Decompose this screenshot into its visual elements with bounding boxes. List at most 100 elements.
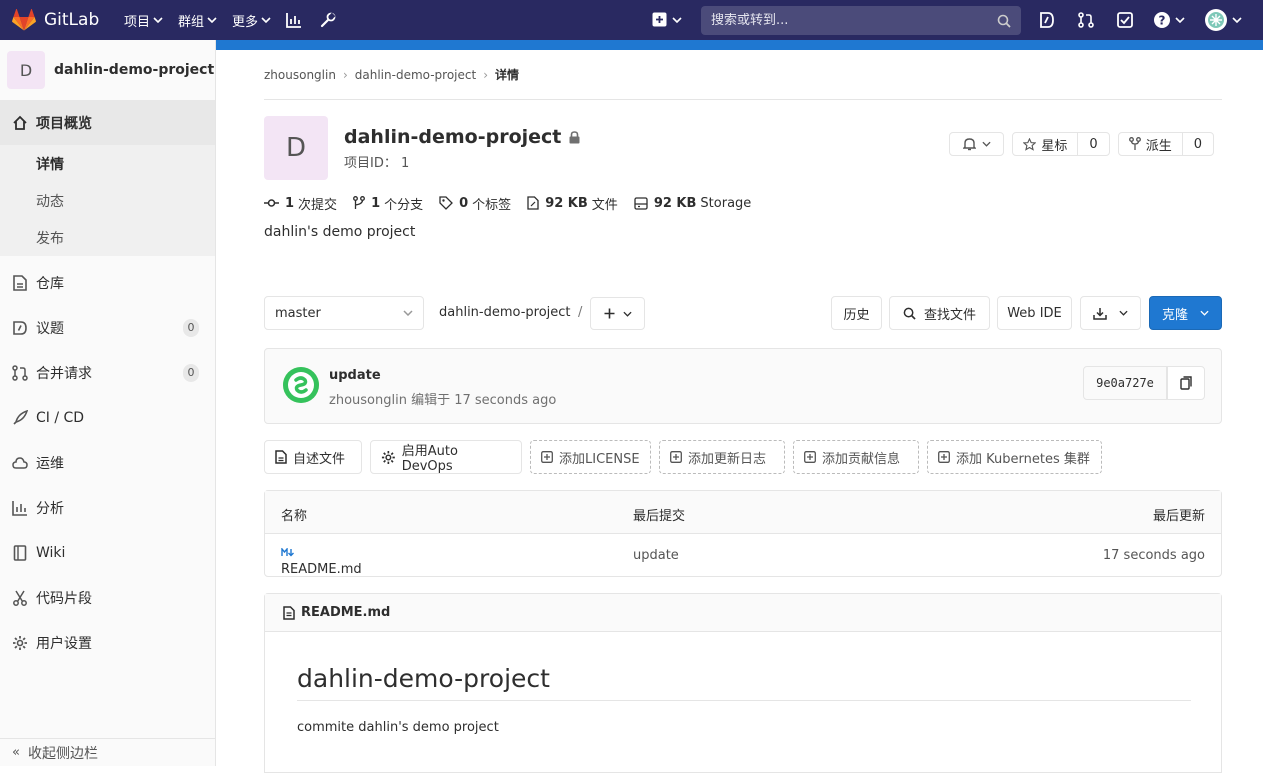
search-icon (997, 14, 1011, 28)
breadcrumb-user[interactable]: zhousonglin (264, 68, 336, 82)
double-chevron-left-icon: « (12, 745, 20, 760)
sidebar-item-operations[interactable]: 运维 (0, 440, 215, 485)
file-last-commit[interactable]: update (633, 548, 679, 563)
nav-projects[interactable]: 项目 (124, 11, 163, 30)
branch-selector[interactable]: master (264, 296, 424, 330)
commit-icon (264, 199, 279, 207)
sidebar-sub-activity[interactable]: 动态 (0, 182, 215, 219)
repo-path-root[interactable]: dahlin-demo-project (439, 305, 571, 320)
sidebar-item-repository[interactable]: 仓库 (0, 260, 215, 305)
user-menu[interactable] (1205, 9, 1242, 31)
cloud-icon (12, 455, 28, 471)
add-changelog-label: 添加更新日志 (688, 451, 767, 467)
progress-strip (216, 40, 1263, 50)
sidebar-item-merge-requests[interactable]: 合并请求 0 (0, 350, 215, 395)
chevron-down-icon (261, 17, 271, 23)
commit-sha[interactable]: 9e0a727e (1083, 366, 1167, 400)
rocket-icon (12, 409, 28, 426)
commit-author-avatar[interactable] (283, 367, 319, 403)
admin-wrench-icon[interactable] (320, 12, 336, 28)
chevron-down-icon (1232, 17, 1242, 23)
auto-devops-button[interactable]: 启用Auto DevOps (370, 440, 522, 474)
todos-icon[interactable] (1117, 12, 1133, 28)
sidebar-item-snippets[interactable]: 代码片段 (0, 575, 215, 620)
commit-title[interactable]: update (329, 368, 381, 383)
readme-filename[interactable]: README.md (301, 605, 390, 620)
stat-storage: 92 KB Storage (634, 196, 751, 211)
merge-requests-shortcut-icon[interactable] (1078, 12, 1094, 28)
file-name-cell[interactable]: README.md (281, 548, 362, 577)
fork-label: 派生 (1145, 138, 1172, 154)
clone-dropdown[interactable]: 克隆 (1149, 296, 1222, 330)
sidebar-item-overview[interactable]: 项目概览 (0, 100, 215, 145)
stat-storage-label: Storage (700, 195, 752, 211)
copy-sha-button[interactable] (1167, 366, 1205, 400)
branch-icon (353, 196, 366, 209)
top-navbar: GitLab 项目 群组 更多 搜索或转到... ? (0, 0, 1263, 40)
notification-dropdown[interactable] (949, 132, 1005, 156)
nav-more-label: 更多 (232, 14, 259, 30)
bell-icon (962, 138, 976, 151)
stat-commits-value: 1 (285, 195, 295, 211)
sidebar-item-issues[interactable]: 议题 0 (0, 305, 215, 350)
help-dropdown[interactable]: ? (1154, 12, 1185, 28)
star-action[interactable]: 星标 (1013, 133, 1079, 155)
nav-more[interactable]: 更多 (232, 11, 271, 30)
user-avatar-icon (1205, 9, 1227, 31)
sidebar-item-label: 分析 (36, 500, 64, 517)
sidebar-item-settings[interactable]: 用户设置 (0, 620, 215, 665)
chevron-down-icon (1175, 17, 1185, 23)
stat-files[interactable]: 92 KB 文件 (527, 194, 618, 213)
collapse-sidebar-button[interactable]: « 收起侧边栏 (0, 738, 216, 766)
search-box[interactable] (701, 6, 1021, 35)
stat-branches[interactable]: 1 个分支 (353, 194, 423, 213)
issues-shortcut-icon[interactable] (1039, 12, 1055, 28)
add-kubernetes-button[interactable]: 添加 Kubernetes 集群 (927, 440, 1102, 474)
gitlab-logo[interactable]: GitLab (12, 9, 110, 31)
fork-action[interactable]: 派生 (1119, 133, 1183, 155)
sidebar-project-header[interactable]: D dahlin-demo-project (0, 40, 215, 100)
fork-count[interactable]: 0 (1183, 137, 1213, 152)
chevron-down-icon (403, 310, 413, 316)
column-last-update: 最后更新 (1152, 509, 1205, 524)
search-input[interactable] (711, 13, 991, 28)
sidebar-item-wiki[interactable]: Wiki (0, 530, 215, 575)
stat-commits-label: 次提交 (298, 197, 338, 213)
star-count[interactable]: 0 (1078, 137, 1108, 152)
nav-groups[interactable]: 群组 (178, 11, 217, 30)
breadcrumb-current[interactable]: 详情 (495, 66, 519, 83)
download-dropdown[interactable] (1080, 296, 1141, 330)
breadcrumb-project[interactable]: dahlin-demo-project (355, 68, 476, 82)
sidebar-sub-releases[interactable]: 发布 (0, 219, 215, 256)
project-title-text: dahlin-demo-project (344, 126, 562, 148)
sidebar-sub-details[interactable]: 详情 (0, 145, 215, 182)
add-changelog-button[interactable]: 添加更新日志 (659, 440, 785, 474)
stat-storage-value: 92 KB (653, 195, 697, 211)
history-button[interactable]: 历史 (831, 296, 882, 330)
web-ide-button[interactable]: Web IDE (997, 296, 1072, 330)
file-name[interactable]: README.md (281, 562, 362, 577)
branch-selector-value: master (275, 305, 321, 321)
readme-button-label: 自述文件 (293, 451, 346, 467)
sidebar-item-analytics[interactable]: 分析 (0, 485, 215, 530)
find-file-label: 查找文件 (923, 307, 976, 323)
sidebar-item-ci-cd[interactable]: CI / CD (0, 395, 215, 440)
download-icon (1093, 307, 1107, 320)
table-row[interactable]: README.md update 17 seconds ago (265, 534, 1221, 577)
star-button[interactable]: 星标 0 (1012, 132, 1110, 156)
add-contributing-button[interactable]: 添加贡献信息 (793, 440, 919, 474)
new-plus-dropdown[interactable] (652, 12, 682, 27)
sidebar-item-label: 项目概览 (36, 115, 92, 132)
stat-tags[interactable]: 0 个标签 (439, 194, 511, 213)
activity-chart-icon[interactable] (286, 12, 302, 28)
stat-commits[interactable]: 1 次提交 (264, 194, 337, 213)
tree-controls: master dahlin-demo-project / 历史 查找文件 Web… (264, 296, 1222, 330)
add-to-tree-dropdown[interactable] (590, 297, 645, 330)
add-license-button[interactable]: 添加LICENSE (530, 440, 651, 474)
readme-button[interactable]: 自述文件 (264, 440, 362, 474)
project-avatar: D (7, 51, 45, 89)
nav-groups-label: 群组 (178, 14, 205, 30)
find-file-button[interactable]: 查找文件 (889, 296, 990, 330)
tag-icon (439, 196, 454, 210)
fork-button[interactable]: 派生 0 (1117, 132, 1214, 156)
